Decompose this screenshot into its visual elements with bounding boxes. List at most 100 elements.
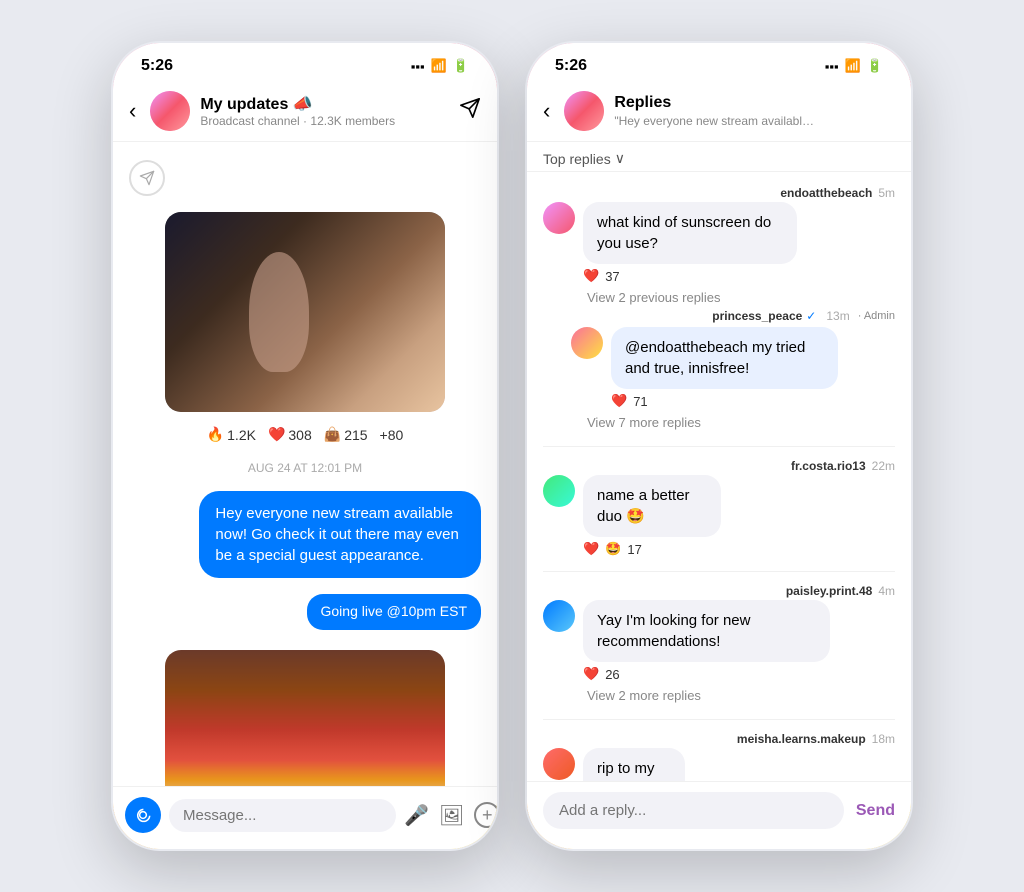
admin-badge: · Admin xyxy=(858,310,895,322)
phone-2: 5:26 ▪▪▪ 📶 🔋 ‹ Replies "Hey everyone new… xyxy=(524,40,914,852)
reply-row-paisley: Yay I'm looking for new recommendations!… xyxy=(543,600,895,682)
time-paisley: 4m xyxy=(878,584,895,598)
status-icons-1: ▪▪▪ 📶 🔋 xyxy=(411,58,469,74)
reaction-heart-1[interactable]: ❤️308 xyxy=(268,426,312,443)
mic-icon[interactable]: 🎤 xyxy=(404,803,429,828)
thread-3: paisley.print.48 4m Yay I'm looking for … xyxy=(527,578,911,713)
admin-meta: princess_peace ✓ 13m · Admin xyxy=(571,309,895,323)
time-costa: 22m xyxy=(872,459,895,473)
signal-icon-2: ▪▪▪ xyxy=(825,59,839,74)
status-bar-1: 5:26 ▪▪▪ 📶 🔋 xyxy=(113,43,497,83)
thread-2: fr.costa.rio13 22m name a better duo 🤩 ❤… xyxy=(527,453,911,565)
channel-subtitle: Broadcast channel · 12.3K members xyxy=(200,114,449,128)
top-replies-bar[interactable]: Top replies ∨ xyxy=(527,142,911,172)
chevron-down-icon: ∨ xyxy=(615,150,625,167)
message-text-2: Going live @10pm EST xyxy=(307,594,482,630)
divider-1 xyxy=(543,446,895,447)
signal-icon: ▪▪▪ xyxy=(411,59,425,74)
date-separator: AUG 24 AT 12:01 PM xyxy=(113,449,497,487)
image-icon[interactable]: 🖼 xyxy=(439,803,464,828)
divider-2 xyxy=(543,571,895,572)
replies-subtitle: "Hey everyone new stream available now! … xyxy=(614,114,814,128)
avatar-costa xyxy=(543,475,575,507)
reply-row-meisha: rip to my wallet ❤️22 xyxy=(543,748,895,781)
replies-title: Replies xyxy=(614,94,895,112)
battery-icon: 🔋 xyxy=(453,58,469,74)
reactions-row-1: 🔥1.2K ❤️308 👜215 +80 xyxy=(113,420,497,449)
wifi-icon: 📶 xyxy=(431,58,447,74)
verified-icon: ✓ xyxy=(806,309,816,323)
username-meisha: meisha.learns.makeup xyxy=(737,732,866,746)
thread-4: meisha.learns.makeup 18m rip to my walle… xyxy=(527,726,911,781)
battery-icon-2: 🔋 xyxy=(867,58,883,74)
back-button-1[interactable]: ‹ xyxy=(129,98,136,124)
message-bubble-1: Hey everyone new stream available now! G… xyxy=(113,487,497,582)
plus-icon[interactable]: + xyxy=(474,802,497,828)
time-princess: 13m xyxy=(826,309,849,323)
avatar-2 xyxy=(564,91,604,131)
bubble-paisley: Yay I'm looking for new recommendations! xyxy=(583,600,830,662)
avatar-princess xyxy=(571,327,603,359)
reaction-plus-1[interactable]: +80 xyxy=(380,427,404,443)
avatar-meisha xyxy=(543,748,575,780)
reactions-costa[interactable]: ❤️🤩17 xyxy=(583,541,756,557)
reaction-fire-1[interactable]: 🔥1.2K xyxy=(207,426,256,443)
reactions-endo[interactable]: ❤️37 xyxy=(583,268,850,284)
avatar-endo xyxy=(543,202,575,234)
view-more-3[interactable]: View 2 more replies xyxy=(543,684,895,707)
top-replies-label: Top replies xyxy=(543,151,611,167)
send-icon-header[interactable] xyxy=(459,97,481,125)
bubble-princess: @endoatthebeach my tried and true, innis… xyxy=(611,327,838,389)
time-endo: 5m xyxy=(878,186,895,200)
view-more-1b[interactable]: View 7 more replies xyxy=(543,411,895,434)
header-info-2: Replies "Hey everyone new stream availab… xyxy=(614,94,895,128)
chat-header-2: ‹ Replies "Hey everyone new stream avail… xyxy=(527,83,911,142)
username-princess: princess_peace xyxy=(712,309,802,323)
send-button[interactable]: Send xyxy=(856,802,895,820)
message-bubble-2: Going live @10pm EST xyxy=(113,586,497,634)
username-endo: endoatthebeach xyxy=(780,186,872,200)
status-time-2: 5:26 xyxy=(555,57,587,75)
header-info-1: My updates 📣 Broadcast channel · 12.3K m… xyxy=(200,94,449,128)
message-input[interactable] xyxy=(169,799,396,832)
reply-input-bar: Send xyxy=(527,781,911,849)
avatar-1 xyxy=(150,91,190,131)
reactions-paisley[interactable]: ❤️26 xyxy=(583,666,892,682)
image-2 xyxy=(165,650,445,786)
image-1 xyxy=(165,212,445,412)
bubble-endo: what kind of sunscreen do you use? xyxy=(583,202,797,264)
time-meisha: 18m xyxy=(872,732,895,746)
chat-header-1: ‹ My updates 📣 Broadcast channel · 12.3K… xyxy=(113,83,497,142)
image-message-1 xyxy=(113,204,497,420)
bubble-costa: name a better duo 🤩 xyxy=(583,475,721,537)
wifi-icon-2: 📶 xyxy=(845,58,861,74)
camera-button[interactable] xyxy=(125,797,161,833)
reply-row-princess: @endoatthebeach my tried and true, innis… xyxy=(571,327,895,409)
username-paisley: paisley.print.48 xyxy=(786,584,872,598)
bubble-meisha: rip to my wallet xyxy=(583,748,685,781)
status-bar-2: 5:26 ▪▪▪ 📶 🔋 xyxy=(527,43,911,83)
reply-row-costa: name a better duo 🤩 ❤️🤩17 xyxy=(543,475,895,557)
view-more-1[interactable]: View 2 previous replies xyxy=(543,286,895,309)
back-button-2[interactable]: ‹ xyxy=(543,98,550,124)
message-text-1: Hey everyone new stream available now! G… xyxy=(199,491,481,578)
channel-title: My updates 📣 xyxy=(200,94,449,114)
input-icons: 🎤 🖼 + xyxy=(404,802,497,828)
status-icons-2: ▪▪▪ 📶 🔋 xyxy=(825,58,883,74)
status-time-1: 5:26 xyxy=(141,57,173,75)
phone-1: 5:26 ▪▪▪ 📶 🔋 ‹ My updates 📣 Broadcast ch… xyxy=(110,40,500,852)
forward-icon xyxy=(129,160,165,196)
avatar-paisley xyxy=(543,600,575,632)
reactions-princess[interactable]: ❤️71 xyxy=(611,393,895,409)
reaction-bag-1[interactable]: 👜215 xyxy=(324,426,368,443)
reply-row-endo: what kind of sunscreen do you use? ❤️37 xyxy=(543,202,895,284)
divider-3 xyxy=(543,719,895,720)
thread-1: endoatthebeach 5m what kind of sunscreen… xyxy=(527,180,911,440)
reply-input[interactable] xyxy=(543,792,844,829)
chat-body-1: 🔥1.2K ❤️308 👜215 +80 AUG 24 AT 12:01 PM … xyxy=(113,142,497,786)
replies-body: endoatthebeach 5m what kind of sunscreen… xyxy=(527,172,911,781)
image-message-2 xyxy=(113,642,497,786)
forward-icon-row xyxy=(113,152,497,204)
username-costa: fr.costa.rio13 xyxy=(791,459,866,473)
chat-input-bar-1: 🎤 🖼 + xyxy=(113,786,497,849)
